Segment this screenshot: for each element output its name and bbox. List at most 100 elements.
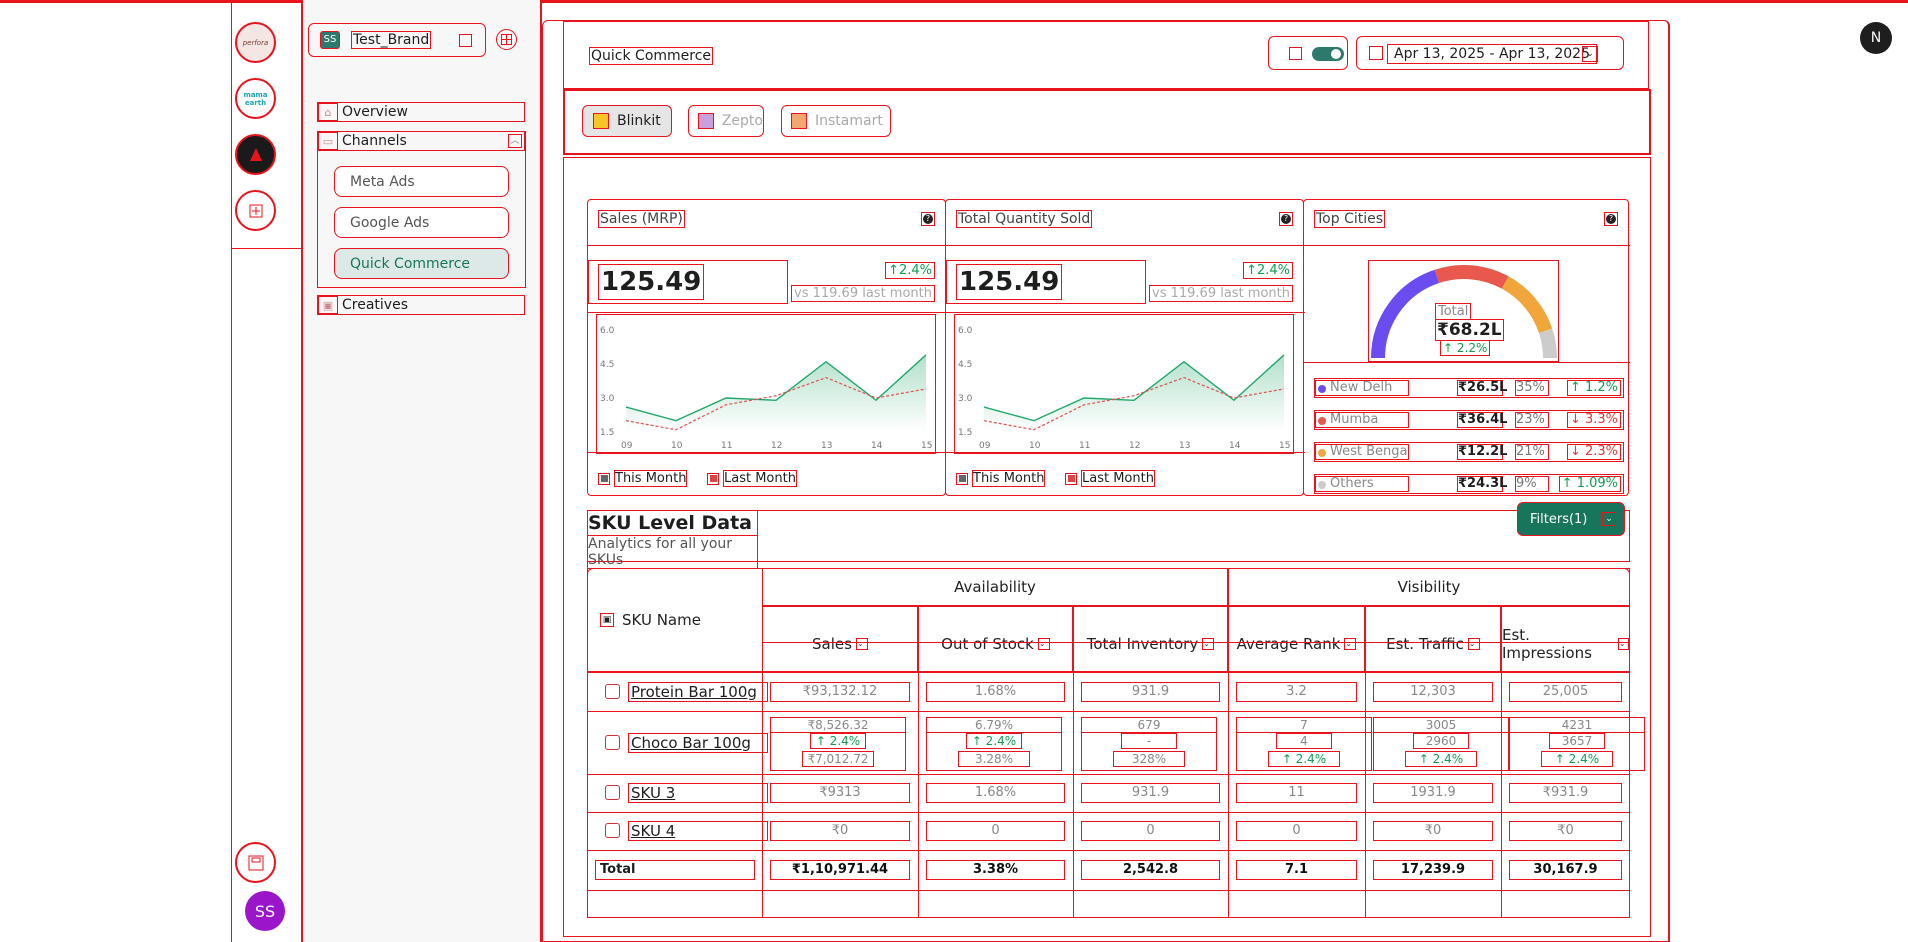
column-header[interactable]: Est. Traffic ⌄ [1365,606,1501,672]
sort-chevron-icon[interactable]: ⌄ [1202,638,1215,650]
tab-zepto[interactable]: Zepto [688,105,764,137]
next-badge[interactable]: N [1860,22,1892,54]
chevron-down-icon[interactable] [459,34,472,47]
sku-name-link[interactable]: Choco Bar 100g [628,732,768,753]
city-color-dot [1318,481,1326,489]
city-value: ₹26.5L [1457,380,1508,396]
city-row[interactable]: New Delh ₹26.5L 35% ↑ 1.2% [1314,378,1624,398]
y-tick-label: 1.5 [600,428,614,438]
save-icon[interactable] [235,842,276,883]
sku-subtitle: Analytics for all your SKUs [587,535,758,569]
brand-switch-perfora[interactable]: perfora [235,22,276,63]
column-header[interactable]: Out of Stock ⌄ [918,606,1073,672]
column-header[interactable]: Sales ⌄ [762,606,918,672]
date-range-picker[interactable]: Apr 13, 2025 - Apr 13, 2025 ⌄ [1356,36,1624,70]
row-checkbox[interactable] [605,734,620,750]
help-icon[interactable]: ? [921,212,935,226]
row-checkbox[interactable] [605,823,620,838]
creatives-icon: ▣ [318,296,338,314]
cell-change: ↑ 2.4% [966,733,1022,749]
city-row[interactable]: Others ₹24.3L 9% ↑ 1.09% [1314,474,1624,494]
legend-this-month[interactable]: This Month [956,470,1046,487]
sku-title: SKU Level Data [587,510,758,536]
help-icon[interactable]: ? [1279,212,1293,226]
sort-chevron-icon[interactable]: ⌄ [1617,638,1629,650]
city-row[interactable]: Mumba ₹36.4L 23% ↓ 3.3% [1314,410,1624,430]
chart-icon[interactable] [1289,47,1302,60]
nav-quick-commerce[interactable]: Quick Commerce [334,248,509,279]
instamart-icon [791,113,807,129]
help-icon[interactable]: ? [1604,212,1618,226]
chevron-up-icon[interactable]: ︿ [508,134,522,148]
cell-previous: ₹7,012.72 [802,751,874,767]
x-tick-label: 10 [1029,441,1041,451]
gauge-segment [1371,269,1440,359]
grid-icon[interactable] [496,29,517,50]
gauge-total-value: ₹68.2L [1435,319,1504,341]
sort-chevron-icon[interactable]: ⌄ [1037,638,1050,650]
card-title: Total Quantity Sold [956,210,1093,228]
city-share: 21% [1515,444,1549,460]
area-this-month [984,354,1284,432]
sort-chevron-icon[interactable]: ⌄ [855,638,868,650]
city-share: 9% [1515,476,1549,492]
total-cell: ₹1,10,971.44 [770,860,910,880]
gauge-segment [1434,265,1509,289]
cell-previous: ↑ 2.4% [1405,751,1477,767]
sales-line-chart: 1.5 3.0 4.5 6.0 09 10 11 12 13 14 15 [596,314,936,454]
sort-chevron-icon[interactable]: ⌄ [1344,638,1357,650]
user-avatar[interactable]: SS [245,891,285,931]
total-cell: 17,239.9 [1373,860,1493,880]
brand-switch-mamaearth[interactable]: mama earth [235,78,276,119]
tab-instamart[interactable]: Instamart [781,105,891,137]
column-header[interactable]: Total Inventory ⌄ [1073,606,1228,672]
nav-creatives[interactable]: ▣ Creatives [317,295,525,315]
city-value: ₹24.3L [1457,476,1508,492]
view-toggle[interactable] [1312,47,1344,61]
zepto-icon [698,113,714,129]
blinkit-icon [593,113,609,129]
brand-selector[interactable]: SS Test_Brand [308,23,486,57]
sku-name-link[interactable]: Protein Bar 100g [628,681,768,702]
sku-name-link[interactable]: SKU 4 [628,821,768,841]
page-title: Quick Commerce [589,47,714,65]
city-row[interactable]: West Benga ₹12.2L 21% ↓ 2.3% [1314,442,1624,462]
chevron-down-icon[interactable]: ⌄ [1582,46,1598,62]
nav-google-ads[interactable]: Google Ads [334,207,509,238]
city-share: 23% [1515,412,1549,428]
nav-channels[interactable]: ▭ Channels ︿ [317,131,525,151]
table-cell: 11 [1236,783,1357,803]
row-checkbox[interactable] [605,683,620,699]
legend-last-month[interactable]: Last Month [707,470,797,487]
table-cell: 1931.9 [1373,783,1493,803]
legend-this-month[interactable]: This Month [598,470,688,487]
row-checkbox[interactable] [605,785,620,800]
chevron-down-icon: ⌄ [1602,512,1616,526]
tab-blinkit[interactable]: Blinkit [582,105,672,137]
filters-button[interactable]: Filters(1) ⌄ [1517,502,1625,536]
cell-previous: ↑ 2.4% [1541,751,1613,767]
x-tick-label: 14 [1229,441,1241,451]
gauge-total-label: Total [1435,303,1472,320]
brand-switch-boat-icon[interactable] [235,134,276,175]
cell-change: 3657 [1549,733,1605,749]
nav-overview[interactable]: ⌂ Overview [317,102,525,122]
table-cell: 0 [1081,821,1220,841]
quantity-line-chart: 1.5 3.0 4.5 6.0 09 10 11 12 13 14 15 [954,314,1294,454]
table-cell: 931.9 [1081,681,1220,702]
nav-meta-ads[interactable]: Meta Ads [334,166,509,197]
city-name: Mumba [1315,412,1409,428]
metric-value: 125.49 [956,264,1063,300]
cell-previous: ↑ 2.4% [1268,751,1340,767]
view-toggle-group [1268,36,1348,70]
column-header[interactable]: Est. Impressions ⌄ [1501,606,1630,672]
main-panel: Quick Commerce Apr 13, 2025 - Apr 13, 20… [542,20,1670,942]
legend-last-month[interactable]: Last Month [1065,470,1155,487]
column-header[interactable]: Average Rank ⌄ [1228,606,1365,672]
x-tick-label: 12 [1129,441,1140,451]
city-value: ₹12.2L [1457,444,1508,460]
sku-name-link[interactable]: SKU 3 [628,783,768,803]
add-brand-icon[interactable] [235,190,276,231]
sort-chevron-icon[interactable]: ⌄ [1467,638,1480,650]
x-tick-label: 11 [1079,441,1090,451]
